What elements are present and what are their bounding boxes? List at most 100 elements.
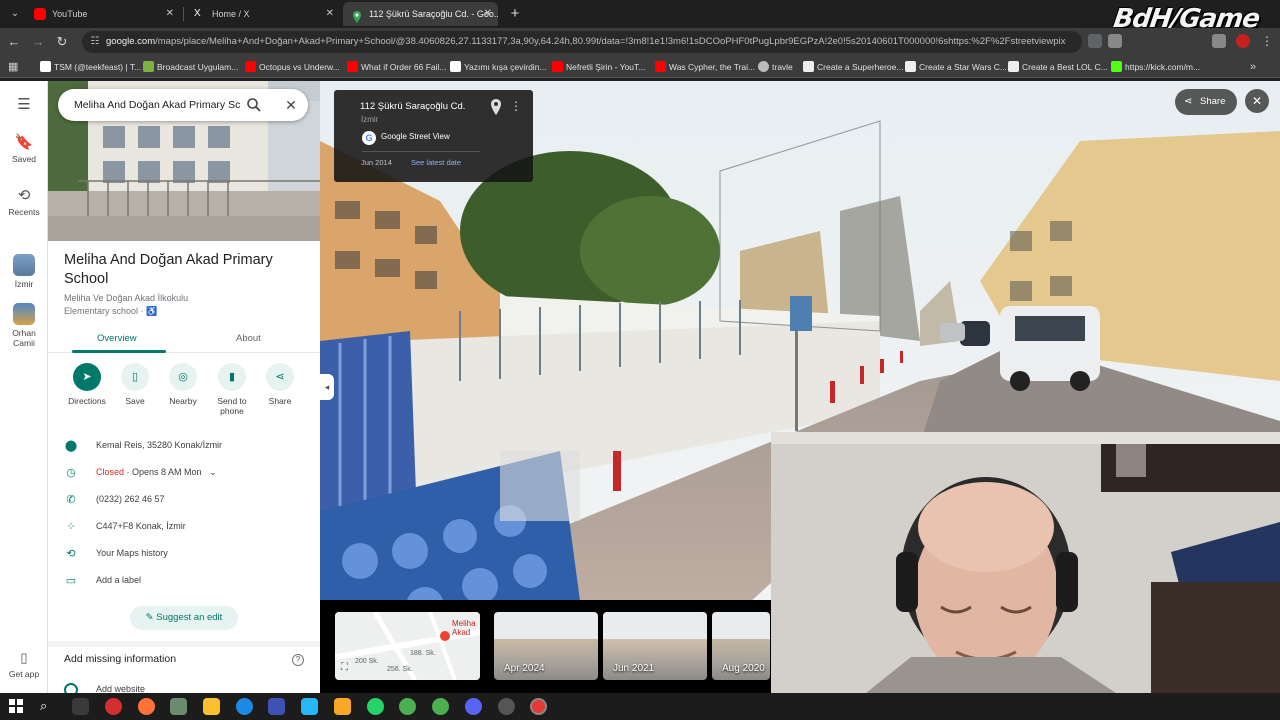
close-tab-icon[interactable]: ✕ xyxy=(484,2,492,26)
location-pin-icon: ⬤ xyxy=(64,440,78,452)
bookmark-item[interactable]: travle xyxy=(758,56,793,78)
bookmark-item[interactable]: Nefretli Şirin - YouT... xyxy=(552,56,645,78)
app-icon[interactable] xyxy=(498,698,515,715)
bookmark-item[interactable]: Octopus vs Underw... xyxy=(245,56,340,78)
share-label: Share xyxy=(1200,96,1226,107)
chrome-icon[interactable] xyxy=(432,698,449,715)
extensions-icon[interactable] xyxy=(1212,34,1226,48)
bookmark-star-icon[interactable] xyxy=(1108,34,1122,48)
app-icon[interactable] xyxy=(301,698,318,715)
timeline-thumbnail[interactable]: Aug 2020 xyxy=(712,612,770,680)
tab-title: YouTube xyxy=(52,9,88,19)
bookmark-item[interactable]: TSM (@teekfeast) | T... xyxy=(40,56,141,78)
tab-search-menu-icon[interactable]: ⌄ xyxy=(6,5,24,23)
windows-start-icon[interactable] xyxy=(9,699,23,713)
bookmark-item[interactable]: https://kick.com/m... xyxy=(1111,56,1200,78)
forward-icon[interactable]: → xyxy=(28,32,48,52)
collapse-panel-button[interactable]: ◂ xyxy=(320,374,334,400)
close-tab-icon[interactable]: ✕ xyxy=(166,2,174,26)
browser-tab-strip: ⌄ YouTube ✕ X Home / X ✕ 112 Şükrü Saraç… xyxy=(0,0,1280,34)
reload-icon[interactable]: ↻ xyxy=(52,32,72,52)
site-info-icon[interactable]: ☷ xyxy=(88,35,102,49)
action-label: Save xyxy=(125,396,145,406)
save-button[interactable]: ▯ Save xyxy=(111,363,159,406)
bookmarks-bar: ▦ TSM (@teekfeast) | T... Broadcast Uygu… xyxy=(0,56,1280,78)
directions-button[interactable]: ➤ Directions xyxy=(63,363,111,406)
search-box[interactable]: Meliha And Doğan Akad Primary School ✕ xyxy=(58,89,308,121)
timeline-thumbnail[interactable]: Apr 2024 xyxy=(494,612,598,680)
place-category[interactable]: Elementary school · ♿ xyxy=(64,306,157,317)
add-label-row[interactable]: ▭ Add a label xyxy=(48,570,320,596)
search-icon[interactable]: ⌕ xyxy=(40,698,47,714)
label-text: Add a label xyxy=(96,575,142,585)
tab-about[interactable]: About xyxy=(236,333,261,344)
help-icon[interactable]: ? xyxy=(292,654,304,666)
share-button[interactable]: ⋖ Share xyxy=(256,363,304,406)
chrome-active-icon[interactable] xyxy=(530,698,547,715)
menu-button[interactable]: ☰ xyxy=(0,95,48,116)
chrome-icon[interactable] xyxy=(399,698,416,715)
expand-map-icon[interactable]: ⛶ xyxy=(341,662,348,673)
tab-overview[interactable]: Overview xyxy=(97,333,137,344)
apps-grid-icon[interactable]: ▦ xyxy=(8,56,18,78)
bookmark-item[interactable]: Was Cypher, the Trai... xyxy=(655,56,755,78)
maps-history-row[interactable]: ⟲ Your Maps history xyxy=(48,543,320,569)
saved-button[interactable]: 🔖 Saved xyxy=(0,133,48,164)
file-explorer-icon[interactable] xyxy=(334,698,351,715)
tab-google-maps[interactable]: 112 Şükrü Saraçoğlu Cd. - Goo... ✕ xyxy=(343,2,498,26)
maps-side-rail: ☰ 🔖 Saved ⟲ Recents İzmir Orhan Camii ▯ … xyxy=(0,81,48,693)
close-icon[interactable]: ✕ xyxy=(282,96,300,114)
bookmark-item[interactable]: Broadcast Uygulam... xyxy=(143,56,238,78)
tab-x-home[interactable]: X Home / X ✕ xyxy=(186,2,340,26)
app-icon[interactable] xyxy=(170,698,187,715)
close-street-view-button[interactable]: ✕ xyxy=(1245,89,1269,113)
suggest-edit-button[interactable]: ✎ Suggest an edit xyxy=(130,606,238,630)
add-website-link[interactable]: Add website xyxy=(96,684,145,693)
cast-icon[interactable] xyxy=(1088,34,1102,48)
search-icon[interactable] xyxy=(246,97,262,113)
close-icon: ✕ xyxy=(1251,94,1263,108)
page-icon xyxy=(905,61,916,72)
whatsapp-icon[interactable] xyxy=(367,698,384,715)
store-icon[interactable] xyxy=(203,698,220,715)
nearby-button[interactable]: ◎ Nearby xyxy=(159,363,207,406)
share-street-view-button[interactable]: ⋖ Share xyxy=(1175,89,1237,115)
profile-avatar-icon[interactable] xyxy=(1236,34,1250,48)
bookmark-item[interactable]: What if Order 66 Fail... xyxy=(347,56,447,78)
bookmark-item[interactable]: Yazımı kışa çevirdin... xyxy=(450,56,547,78)
firefox-icon[interactable] xyxy=(138,698,155,715)
app-icon[interactable] xyxy=(268,698,285,715)
more-bookmarks-icon[interactable]: » xyxy=(1250,56,1256,78)
bookmark-item[interactable]: Create a Star Wars C... xyxy=(905,56,1007,78)
browser-menu-icon[interactable]: ⋮ xyxy=(1260,34,1274,48)
back-icon[interactable]: ← xyxy=(4,32,24,52)
task-view-icon[interactable] xyxy=(72,698,89,715)
bookmark-item[interactable]: Create a Superheroe... xyxy=(803,56,903,78)
plus-code-row[interactable]: ⁘ C447+F8 Konak, İzmir xyxy=(48,516,320,542)
recent-place-izmir[interactable]: İzmir xyxy=(0,254,48,289)
get-app-button[interactable]: ▯ Get app xyxy=(0,650,48,679)
opera-icon[interactable] xyxy=(105,698,122,715)
location-pin-icon[interactable] xyxy=(490,99,502,115)
address-bar[interactable]: ☷ google.com/maps/place/Meliha+And+Doğan… xyxy=(82,31,1082,53)
url-text[interactable]: google.com/maps/place/Meliha+And+Doğan+A… xyxy=(106,31,1066,53)
more-options-icon[interactable]: ⋮ xyxy=(510,99,522,113)
phone-row[interactable]: ✆ (0232) 262 46 57 xyxy=(48,489,320,515)
recent-place-orhan-camii[interactable]: Orhan Camii xyxy=(0,303,48,348)
timeline-thumbnail[interactable]: Jun 2021 xyxy=(603,612,707,680)
see-latest-date-link[interactable]: See latest date xyxy=(411,158,461,167)
mini-map[interactable]: Meliha Akad 188. Sk. 256. Sk. 200 Sk. ⛶ xyxy=(335,612,480,680)
address-row[interactable]: ⬤ Kemal Reis, 35280 Konak/İzmir xyxy=(48,435,320,461)
send-to-phone-button[interactable]: ▮ Send to phone xyxy=(208,363,256,416)
close-tab-icon[interactable]: ✕ xyxy=(326,2,334,26)
discord-icon[interactable] xyxy=(465,698,482,715)
search-input[interactable]: Meliha And Doğan Akad Primary School xyxy=(74,89,240,121)
recents-button[interactable]: ⟲ Recents xyxy=(0,186,48,217)
new-tab-button[interactable]: + xyxy=(505,4,525,24)
thumbnail-date: Aug 2020 xyxy=(722,663,765,674)
tab-youtube[interactable]: YouTube ✕ xyxy=(26,2,180,26)
bookmark-item[interactable]: Create a Best LOL C... xyxy=(1008,56,1108,78)
nearby-icon: ◎ xyxy=(169,363,197,391)
hours-row[interactable]: ◷ Closed · Opens 8 AM Mon ⌄ xyxy=(48,462,320,488)
edge-icon[interactable] xyxy=(236,698,253,715)
